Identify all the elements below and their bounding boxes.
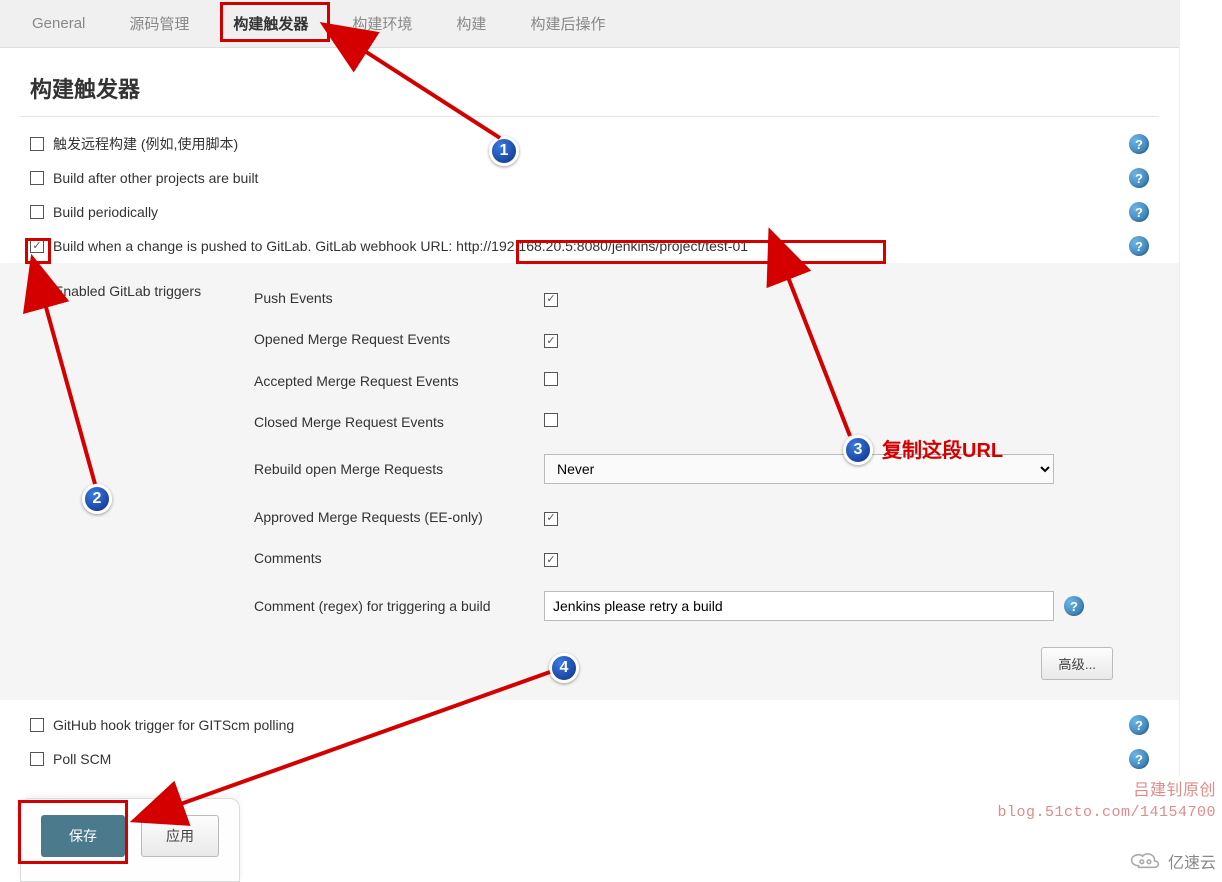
label-opened-mr: Opened Merge Request Events	[254, 331, 544, 347]
row-opened-mr: Opened Merge Request Events	[254, 319, 1149, 361]
save-button[interactable]: 保存	[41, 815, 125, 857]
section-title: 构建触发器	[0, 48, 1179, 116]
bottom-action-bar: 保存 应用	[20, 798, 240, 882]
checkbox-comments[interactable]	[544, 553, 558, 567]
checkbox-push-events[interactable]	[544, 293, 558, 307]
gitlab-webhook-url: http://192.168.20.5:8080/jenkins/project…	[456, 238, 748, 254]
help-icon[interactable]: ?	[1129, 749, 1149, 769]
trigger-options: 触发远程构建 (例如,使用脚本) ? Build after other pro…	[0, 121, 1179, 263]
checkbox-build-after[interactable]	[30, 171, 44, 185]
row-comments: Comments	[254, 538, 1149, 580]
checkbox-opened-mr[interactable]	[544, 334, 558, 348]
tab-post-build[interactable]: 构建后操作	[508, 0, 627, 48]
opt-build-periodically: Build periodically ?	[30, 195, 1149, 229]
help-icon[interactable]: ?	[1129, 202, 1149, 222]
label-push-events: Push Events	[254, 290, 544, 306]
row-approved-mr: Approved Merge Requests (EE-only)	[254, 496, 1149, 538]
checkbox-gitlab-push[interactable]	[30, 239, 44, 253]
label-poll-scm: Poll SCM	[53, 751, 111, 767]
help-icon[interactable]: ?	[1129, 168, 1149, 188]
opt-github-hook: GitHub hook trigger for GITScm polling ?	[30, 708, 1149, 742]
label-comment-regex: Comment (regex) for triggering a build	[254, 598, 544, 614]
label-rebuild-open-mr: Rebuild open Merge Requests	[254, 461, 544, 477]
input-comment-regex[interactable]	[544, 591, 1054, 621]
watermark-line2: blog.51cto.com/14154700	[997, 802, 1216, 823]
trigger-options-after: GitHub hook trigger for GITScm polling ?…	[0, 700, 1179, 776]
label-approved-mr: Approved Merge Requests (EE-only)	[254, 509, 544, 525]
row-comment-regex: Comment (regex) for triggering a build ?	[254, 579, 1149, 633]
gitlab-triggers-box: Enabled GitLab triggers Push Events Open…	[0, 263, 1179, 700]
checkbox-approved-mr[interactable]	[544, 512, 558, 526]
help-icon[interactable]: ?	[1129, 134, 1149, 154]
tab-build-env[interactable]: 构建环境	[330, 0, 434, 48]
checkbox-closed-mr[interactable]	[544, 413, 558, 427]
label-gitlab-push: Build when a change is pushed to GitLab.…	[53, 238, 748, 254]
watermark-line1: 吕建钊原创	[997, 780, 1216, 802]
checkbox-github-hook[interactable]	[30, 718, 44, 732]
row-rebuild-open-mr: Rebuild open Merge Requests Never	[254, 442, 1149, 496]
checkbox-poll-scm[interactable]	[30, 752, 44, 766]
help-icon[interactable]: ?	[1064, 596, 1084, 616]
advanced-button[interactable]: 高级...	[1041, 647, 1113, 680]
select-rebuild-open-mr[interactable]: Never	[544, 454, 1054, 484]
checkbox-accepted-mr[interactable]	[544, 372, 558, 386]
row-closed-mr: Closed Merge Request Events	[254, 401, 1149, 442]
label-github-hook: GitHub hook trigger for GITScm polling	[53, 717, 294, 733]
opt-poll-scm: Poll SCM ?	[30, 742, 1149, 776]
page-root: General 源码管理 构建触发器 构建环境 构建 构建后操作 构建触发器 触…	[0, 0, 1180, 776]
help-icon[interactable]: ?	[1129, 236, 1149, 256]
checkbox-build-periodically[interactable]	[30, 205, 44, 219]
tab-build-triggers[interactable]: 构建触发器	[211, 0, 330, 48]
watermark: 吕建钊原创 blog.51cto.com/14154700	[997, 780, 1216, 823]
opt-remote-trigger: 触发远程构建 (例如,使用脚本) ?	[30, 127, 1149, 161]
label-accepted-mr: Accepted Merge Request Events	[254, 373, 544, 389]
label-remote-trigger: 触发远程构建 (例如,使用脚本)	[53, 134, 238, 154]
tab-general[interactable]: General	[10, 1, 107, 46]
label-build-after: Build after other projects are built	[53, 170, 258, 186]
provider-logo-text: 亿速云	[1168, 849, 1216, 873]
provider-logo: 亿速云	[1126, 849, 1216, 873]
help-icon[interactable]: ?	[1129, 715, 1149, 735]
label-comments: Comments	[254, 550, 544, 566]
cloud-icon	[1126, 850, 1164, 872]
tab-build[interactable]: 构建	[434, 0, 508, 48]
label-closed-mr: Closed Merge Request Events	[254, 414, 544, 430]
config-tabs: General 源码管理 构建触发器 构建环境 构建 构建后操作	[0, 0, 1179, 48]
opt-gitlab-push: Build when a change is pushed to GitLab.…	[30, 229, 1149, 263]
label-gitlab-push-prefix: Build when a change is pushed to GitLab.…	[53, 238, 452, 254]
opt-build-after: Build after other projects are built ?	[30, 161, 1149, 195]
divider	[20, 116, 1159, 117]
tab-scm[interactable]: 源码管理	[107, 0, 211, 48]
row-accepted-mr: Accepted Merge Request Events	[254, 360, 1149, 401]
gitlab-triggers-title: Enabled GitLab triggers	[54, 277, 254, 299]
checkbox-remote-trigger[interactable]	[30, 137, 44, 151]
row-push-events: Push Events	[254, 277, 1149, 319]
label-build-periodically: Build periodically	[53, 204, 158, 220]
apply-button[interactable]: 应用	[141, 815, 219, 857]
